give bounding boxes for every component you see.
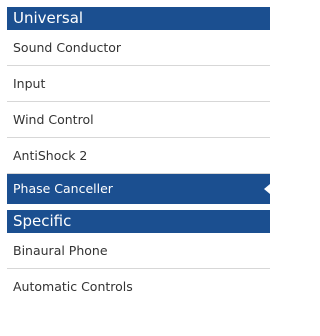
menu-item-label: Wind Control (13, 112, 94, 127)
menu-item-input[interactable]: Input (7, 66, 270, 102)
caret-left-icon (264, 184, 270, 194)
menu-item-label: Input (13, 76, 46, 91)
menu-item-automatic-controls[interactable]: Automatic Controls (7, 269, 270, 305)
menu-item-binaural-phone[interactable]: Binaural Phone (7, 233, 270, 269)
menu-item-antishock-2[interactable]: AntiShock 2 (7, 138, 270, 174)
section-header-universal: Universal (7, 7, 270, 30)
menu-item-label: Phase Canceller (13, 181, 113, 196)
menu-item-sound-conductor[interactable]: Sound Conductor (7, 30, 270, 66)
menu-item-label: Sound Conductor (13, 40, 122, 55)
menu-item-label: Automatic Controls (13, 279, 133, 294)
menu-item-label: Binaural Phone (13, 243, 108, 258)
section-title-specific: Specific (13, 212, 72, 230)
section-header-specific: Specific (7, 210, 270, 233)
feature-menu: Universal Sound Conductor Input Wind Con… (7, 7, 270, 305)
menu-item-label: AntiShock 2 (13, 148, 88, 163)
section-title-universal: Universal (13, 9, 84, 27)
menu-item-wind-control[interactable]: Wind Control (7, 102, 270, 138)
menu-item-phase-canceller[interactable]: Phase Canceller (7, 174, 270, 204)
